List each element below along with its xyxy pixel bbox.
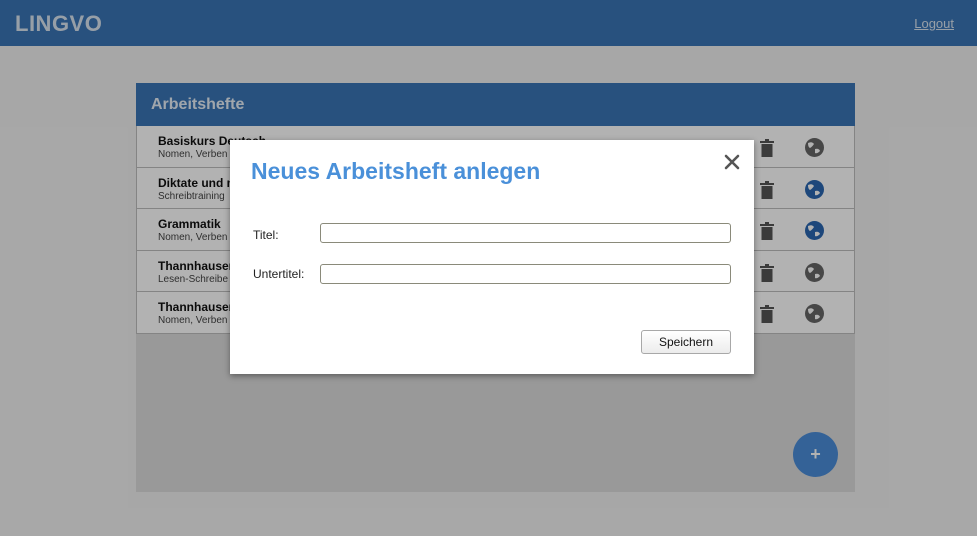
close-icon[interactable] [721,151,743,173]
subtitle-input[interactable] [320,264,731,284]
title-input[interactable] [320,223,731,243]
subtitle-label: Untertitel: [253,267,305,281]
save-button[interactable]: Speichern [641,330,731,354]
title-label: Titel: [253,228,279,242]
dialog-title: Neues Arbeitsheft anlegen [251,158,541,184]
new-workbook-dialog: Neues Arbeitsheft anlegen Titel: Unterti… [230,140,754,374]
